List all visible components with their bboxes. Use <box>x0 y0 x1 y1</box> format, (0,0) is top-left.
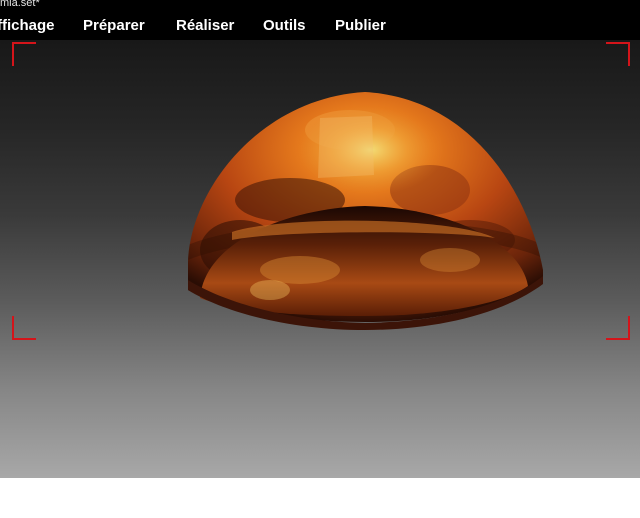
menu-publier[interactable]: Publier <box>335 17 386 35</box>
3d-viewport[interactable] <box>0 40 640 478</box>
menu-preparer[interactable]: Préparer <box>83 17 145 35</box>
menu-realiser[interactable]: Réaliser <box>176 17 234 35</box>
window-title: mia.set* <box>0 0 40 9</box>
dome-model[interactable] <box>0 40 640 478</box>
menu-outils[interactable]: Outils <box>263 17 306 35</box>
bottom-area <box>0 478 640 518</box>
menu-affichage[interactable]: ffichage <box>0 17 55 35</box>
menu-bar: ffichage Préparer Réaliser Outils Publie… <box>0 12 640 40</box>
window-titlebar: mia.set* <box>0 0 640 12</box>
